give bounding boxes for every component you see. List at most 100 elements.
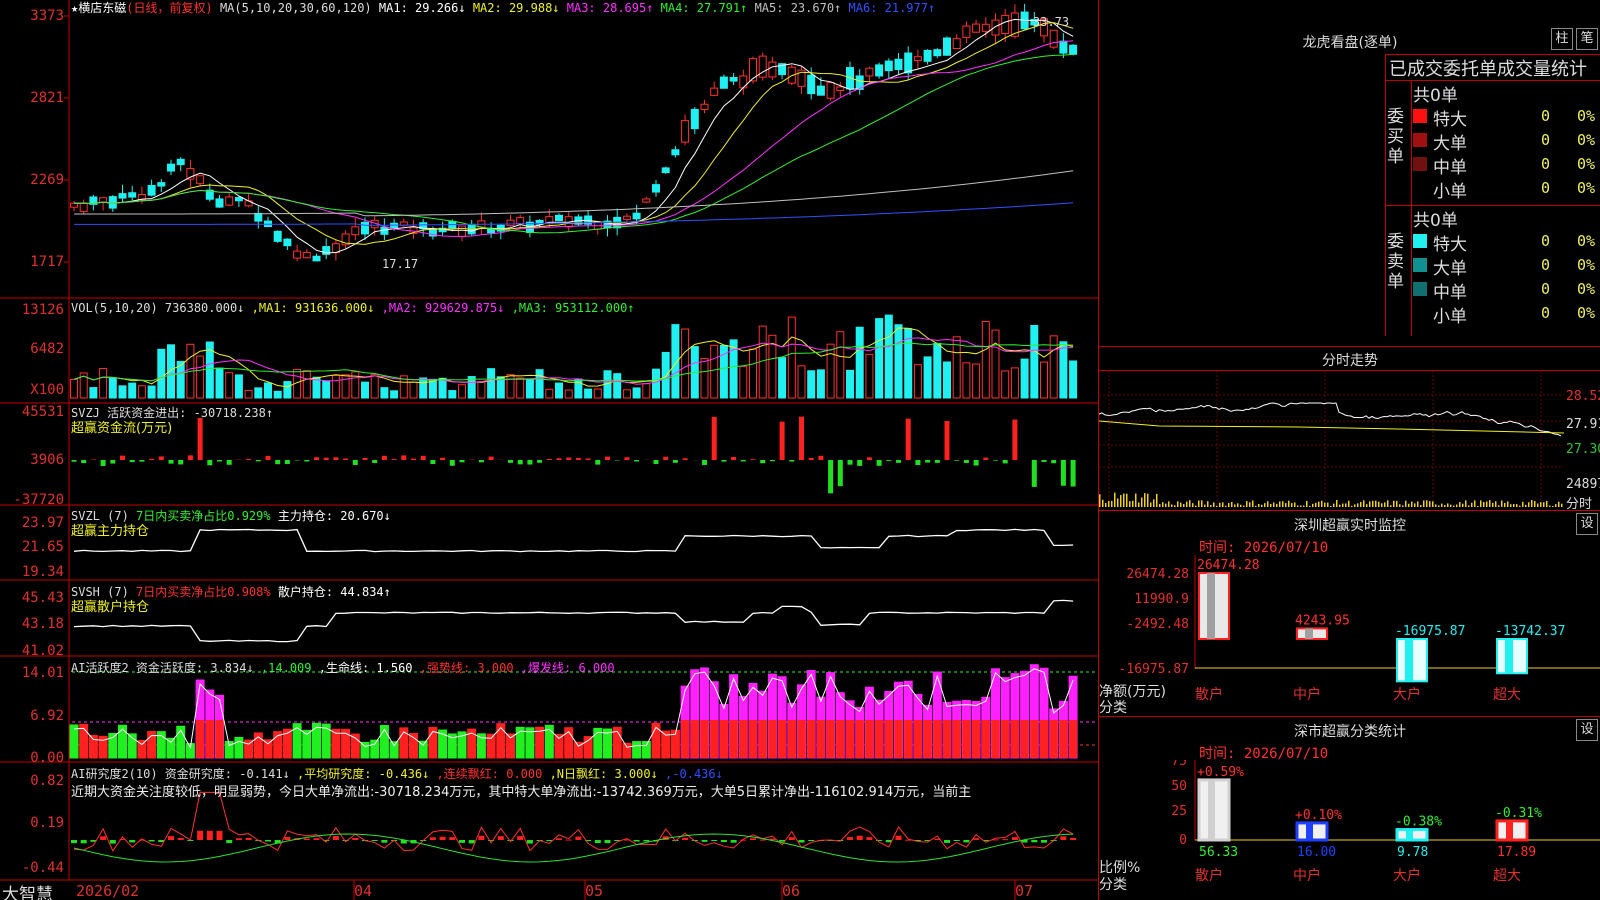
- ai2-bar-base: [981, 720, 990, 758]
- volume-bar: [865, 353, 874, 399]
- high-price-label: 33.73: [1033, 15, 1069, 29]
- svzj-axis-2: -37720: [13, 492, 64, 508]
- candle: [1020, 3, 1029, 30]
- intraday-vol-bar: [1165, 503, 1167, 507]
- intraday-vol-bar: [1381, 503, 1383, 507]
- candle: [234, 196, 243, 208]
- volume-bar: [952, 336, 961, 399]
- candle: [176, 157, 185, 172]
- classify-chart: 75 50 25 0 +0.59% 56.33 散户 +0.10% 16.00 中户 -0.38% 9…: [1171, 760, 1600, 884]
- vol-axis-0: 13126: [21, 302, 64, 318]
- candle-body: [972, 23, 981, 33]
- kline-panel[interactable]: 33.73 17.17 ★横店东磁(日线，前复权) MA(5,10,20,30,6…: [0, 0, 1098, 900]
- volume-bar: [1030, 324, 1039, 399]
- candle-body: [99, 197, 108, 203]
- monitor-bar-1: [1296, 627, 1328, 640]
- svzj-bar: [255, 460, 261, 462]
- volume-bar: [147, 385, 156, 399]
- intraday-vol-bar: [1159, 503, 1161, 507]
- svzj-bar: [100, 460, 106, 467]
- candle: [477, 212, 486, 235]
- sell-row-pct-2: 0%: [1577, 280, 1596, 298]
- bar-mode-button[interactable]: 柱: [1551, 28, 1573, 50]
- intraday-vol-bar: [1411, 501, 1413, 507]
- tick-mode-button[interactable]: 笔: [1576, 28, 1598, 50]
- svzj-bar: [120, 455, 125, 460]
- candle: [370, 216, 379, 236]
- yan-bar: [100, 836, 107, 840]
- candle-body: [215, 198, 224, 208]
- intraday-vol-bar: [1324, 502, 1326, 507]
- monitor-bar-3: [1496, 638, 1528, 675]
- ai2-axis-1: 6.92: [30, 708, 64, 724]
- candle-body: [351, 226, 360, 236]
- yan-bar: [332, 835, 339, 840]
- ai2-bar-base: [826, 720, 835, 758]
- yan-bar: [1002, 839, 1009, 841]
- intraday-vol-bar: [1477, 505, 1479, 507]
- classify-settings-button[interactable]: 设: [1576, 719, 1598, 741]
- sell-row-val-2: 0: [1541, 280, 1551, 298]
- svzj-bar: [663, 456, 669, 460]
- intraday-vol-bar: [1378, 501, 1380, 507]
- sell-row-pct-1: 0%: [1577, 256, 1596, 274]
- yan-bar: [750, 838, 756, 840]
- candle-body: [904, 52, 913, 74]
- kline-canvas[interactable]: 33.73 17.17: [0, 0, 1098, 900]
- volume-bar: [564, 389, 573, 399]
- yan-bar: [517, 836, 524, 840]
- monitor-cat-2: 大户: [1393, 686, 1421, 703]
- yan-bar: [284, 836, 291, 840]
- ma-item-1: MA2: 29.988↓: [465, 1, 560, 15]
- svzj-bar: [905, 418, 911, 460]
- svzj-head: SVZJ 活跃资金进出: -30718.238↑: [71, 406, 274, 420]
- longhu-tabs[interactable]: 已成交委托单成交量统计: [1389, 55, 1587, 81]
- intraday-chart[interactable]: [1099, 371, 1600, 509]
- monitor-axis-2: -2492.48: [1126, 617, 1189, 632]
- fenshi-vol: 24897: [1566, 477, 1600, 492]
- volume-bar: [477, 381, 486, 399]
- candle: [409, 219, 418, 239]
- intraday-vol-bar: [1462, 503, 1464, 507]
- svzj-bar: [731, 456, 737, 460]
- candle: [273, 230, 282, 243]
- svzj-header: SVZJ 活跃资金进出: -30718.238↑ 超赢资金流(万元): [71, 405, 273, 437]
- volume-bar: [749, 348, 757, 399]
- yan-bar: [303, 838, 310, 840]
- monitor-settings-button[interactable]: 设: [1576, 513, 1598, 535]
- intraday-vol-bar: [1351, 505, 1353, 507]
- stock-name[interactable]: 横店东磁: [78, 1, 126, 15]
- svzj-bar: [605, 456, 610, 460]
- yan-bar: [808, 840, 815, 841]
- ai2-bar: [641, 741, 651, 759]
- intraday-vol-bar: [1099, 494, 1101, 507]
- svzj-bar: [343, 458, 349, 460]
- intraday-vol-bar: [1420, 505, 1422, 507]
- intraday-vol-bar: [1147, 493, 1149, 507]
- svsh-axis-1: 43.18: [21, 616, 64, 632]
- intraday-vol-bar: [1549, 505, 1551, 507]
- volume-bar: [584, 388, 593, 399]
- ai2-bar-base: [1069, 720, 1078, 758]
- sell-color-0: [1413, 234, 1427, 248]
- svzj-bar: [934, 460, 940, 463]
- ai2-bar-base: [700, 720, 709, 758]
- candle-body: [671, 149, 680, 156]
- candle-body: [943, 37, 951, 56]
- classify-bottom-1: 16.00: [1297, 845, 1336, 860]
- svzj-bar: [566, 457, 572, 460]
- volume-bar: [545, 388, 554, 399]
- ai2-bar-base: [690, 720, 699, 758]
- volume-bar: [438, 377, 447, 399]
- intraday-vol-bar: [1201, 500, 1203, 507]
- intraday-vol-bar: [1396, 500, 1398, 507]
- candle: [962, 21, 971, 44]
- ai2-bar-base: [1020, 720, 1029, 758]
- sell-row-name-3: 小单: [1433, 307, 1467, 327]
- intraday-vol-bar: [1162, 502, 1164, 507]
- volume-series: [70, 314, 1078, 399]
- period-mode[interactable]: (日线，前复权): [126, 1, 212, 15]
- candle-body: [225, 196, 234, 206]
- classify-cat-2: 大户: [1393, 867, 1421, 884]
- volume-bar: [846, 369, 854, 399]
